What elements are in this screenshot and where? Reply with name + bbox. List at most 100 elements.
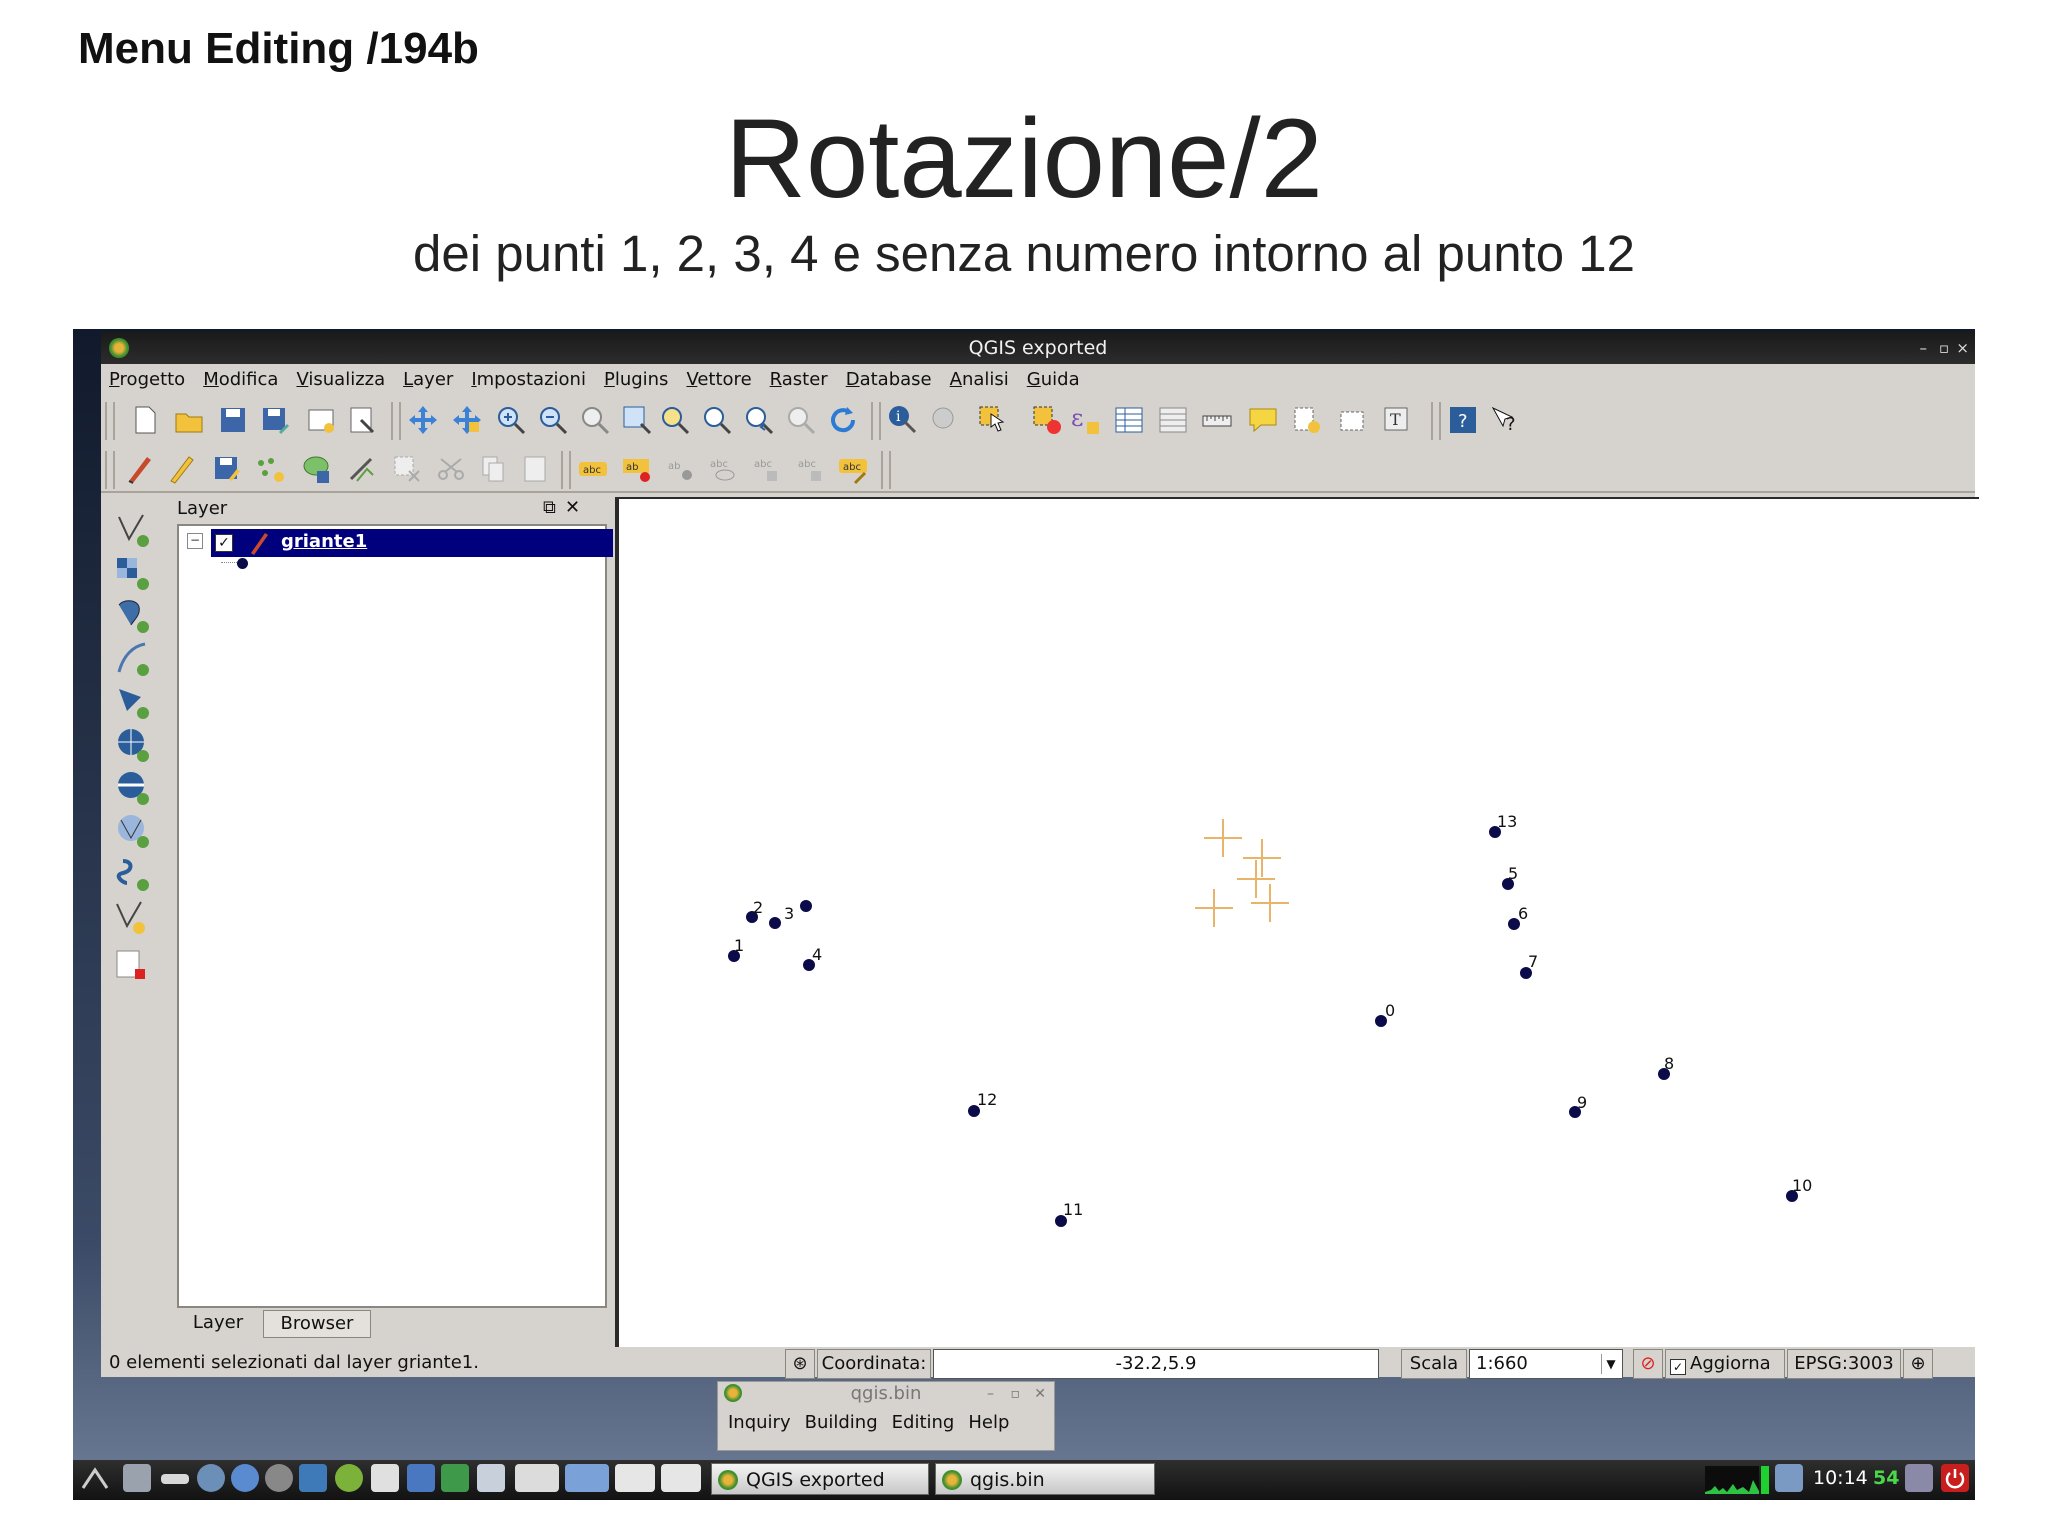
new-shapefile-icon[interactable] <box>113 898 153 936</box>
minimize-button[interactable]: – <box>1920 332 1928 364</box>
menu-analisi[interactable]: Analisi <box>950 366 1009 394</box>
popup-titlebar[interactable]: qgis.bin – ▫ ✕ <box>718 1382 1054 1406</box>
new-bookmark-icon[interactable] <box>1291 404 1323 436</box>
add-feature-icon[interactable] <box>255 453 287 485</box>
label-highlight-icon[interactable]: ab <box>665 453 697 485</box>
label-show-hide-icon[interactable]: abc <box>707 453 739 485</box>
window-switch-icon[interactable] <box>477 1464 505 1492</box>
add-wms-layer-icon[interactable] <box>113 726 153 764</box>
toggle-coord-display-icon[interactable]: ⊛ <box>785 1349 815 1379</box>
menu-inquiry[interactable]: Inquiry <box>728 1412 791 1433</box>
workspace-2[interactable] <box>565 1464 609 1492</box>
layer-tree[interactable]: − ✓ griante1 <box>177 524 613 1308</box>
help-contents-icon[interactable]: ? <box>1447 404 1479 436</box>
stop-render-icon[interactable]: ⊘ <box>1633 1349 1663 1379</box>
add-delimited-text-icon[interactable] <box>113 855 153 893</box>
zoom-to-selection-icon[interactable] <box>659 404 691 436</box>
maximize-button[interactable]: ▫ <box>1011 1382 1021 1406</box>
composer-manager-icon[interactable] <box>347 404 379 436</box>
open-project-icon[interactable] <box>173 404 205 436</box>
add-postgis-layer-icon[interactable] <box>113 597 153 635</box>
render-toggle[interactable]: ✓ Aggiorna <box>1665 1349 1785 1379</box>
epsg-button[interactable]: EPSG:3003 <box>1787 1349 1901 1379</box>
remove-layer-icon[interactable] <box>113 947 153 985</box>
close-button[interactable]: ✕ <box>1034 1382 1046 1406</box>
refresh-icon[interactable] <box>827 404 859 436</box>
toolbar-grip[interactable] <box>561 451 571 489</box>
zoom-full-icon[interactable] <box>621 404 653 436</box>
terminal-icon[interactable] <box>161 1474 189 1484</box>
menu-database[interactable]: Database <box>846 366 932 394</box>
zoom-next-icon[interactable] <box>785 404 817 436</box>
zoom-actual-size-icon[interactable] <box>579 404 611 436</box>
task-qgis-bin[interactable]: qgis.bin <box>935 1463 1155 1495</box>
map-point[interactable] <box>800 900 812 912</box>
spreadsheet-icon[interactable] <box>441 1464 469 1492</box>
maximize-button[interactable]: ▫ <box>1939 332 1949 364</box>
select-features-icon[interactable] <box>977 404 1009 436</box>
map-point[interactable] <box>769 917 781 929</box>
measure-line-icon[interactable] <box>1201 404 1233 436</box>
new-project-icon[interactable] <box>129 404 161 436</box>
zoom-in-icon[interactable] <box>495 404 527 436</box>
menu-editing[interactable]: Editing <box>892 1412 955 1433</box>
zoom-to-layer-icon[interactable] <box>701 404 733 436</box>
collapse-toggle-icon[interactable]: − <box>187 533 203 549</box>
tab-layer[interactable]: Layer <box>177 1310 259 1336</box>
text-editor-icon[interactable] <box>407 1464 435 1492</box>
render-checkbox[interactable]: ✓ <box>1670 1359 1686 1375</box>
tab-browser[interactable]: Browser <box>263 1310 371 1338</box>
power-icon[interactable] <box>1941 1464 1969 1492</box>
copy-features-icon[interactable] <box>477 453 509 485</box>
scale-combobox[interactable]: 1:660 ▼ <box>1469 1349 1623 1379</box>
window-titlebar[interactable]: QGIS exported – ▫ × <box>101 332 1975 364</box>
workspace-3[interactable] <box>615 1464 655 1492</box>
menu-plugins[interactable]: Plugins <box>604 366 668 394</box>
qgis-launcher-icon[interactable] <box>335 1464 363 1492</box>
move-feature-icon[interactable] <box>301 453 333 485</box>
map-app-icon[interactable] <box>299 1464 327 1492</box>
add-wcs-layer-icon[interactable] <box>113 769 153 807</box>
menu-vettore[interactable]: Vettore <box>686 366 751 394</box>
add-vector-layer-icon[interactable] <box>113 511 153 549</box>
toolbar-grip[interactable] <box>105 451 115 489</box>
current-edits-icon[interactable] <box>123 453 155 485</box>
cut-features-icon[interactable] <box>435 453 467 485</box>
close-panel-icon[interactable]: ✕ <box>565 497 580 518</box>
text-annotation-icon[interactable]: T <box>1381 404 1413 436</box>
task-qgis-exported[interactable]: QGIS exported <box>711 1463 929 1495</box>
browser-icon[interactable] <box>231 1464 259 1492</box>
zoom-last-icon[interactable] <box>743 404 775 436</box>
start-menu-icon[interactable] <box>81 1464 109 1492</box>
label-rotate-icon[interactable]: abc <box>795 453 827 485</box>
toolbar-grip[interactable] <box>391 402 401 440</box>
add-wfs-layer-icon[interactable] <box>113 812 153 850</box>
menu-progetto[interactable]: Progetto <box>109 366 185 394</box>
close-button[interactable]: × <box>1956 332 1969 364</box>
layer-row-selected[interactable]: ✓ griante1 <box>211 529 613 557</box>
minimize-button[interactable]: – <box>987 1382 994 1406</box>
label-pin-icon[interactable]: ab <box>621 453 653 485</box>
layer-labeling-icon[interactable]: abc <box>577 453 609 485</box>
pan-to-selection-icon[interactable] <box>451 404 483 436</box>
save-project-icon[interactable] <box>217 404 249 436</box>
messages-icon[interactable]: ⊕ <box>1903 1349 1933 1379</box>
float-panel-icon[interactable]: ⧉ <box>543 497 556 518</box>
file-manager-icon[interactable] <box>197 1464 225 1492</box>
toolbar-grip[interactable] <box>1431 402 1441 440</box>
show-desktop-icon[interactable] <box>123 1464 151 1492</box>
workspace-1[interactable] <box>515 1464 559 1492</box>
whats-this-icon[interactable]: ? <box>1489 404 1521 436</box>
identify-features-icon[interactable]: i <box>887 404 919 436</box>
toolbar-grip[interactable] <box>871 402 881 440</box>
show-bookmarks-icon[interactable] <box>1337 404 1369 436</box>
toolbar-grip[interactable] <box>881 451 891 489</box>
deselect-features-icon[interactable] <box>1031 404 1063 436</box>
menu-help[interactable]: Help <box>968 1412 1009 1433</box>
run-feature-action-icon[interactable] <box>929 404 961 436</box>
save-layer-edits-icon[interactable] <box>211 453 243 485</box>
chevron-down-icon[interactable]: ▼ <box>1601 1354 1620 1374</box>
label-change-icon[interactable]: abc <box>837 453 869 485</box>
label-move-icon[interactable]: abc <box>751 453 783 485</box>
add-raster-layer-icon[interactable] <box>113 554 153 592</box>
